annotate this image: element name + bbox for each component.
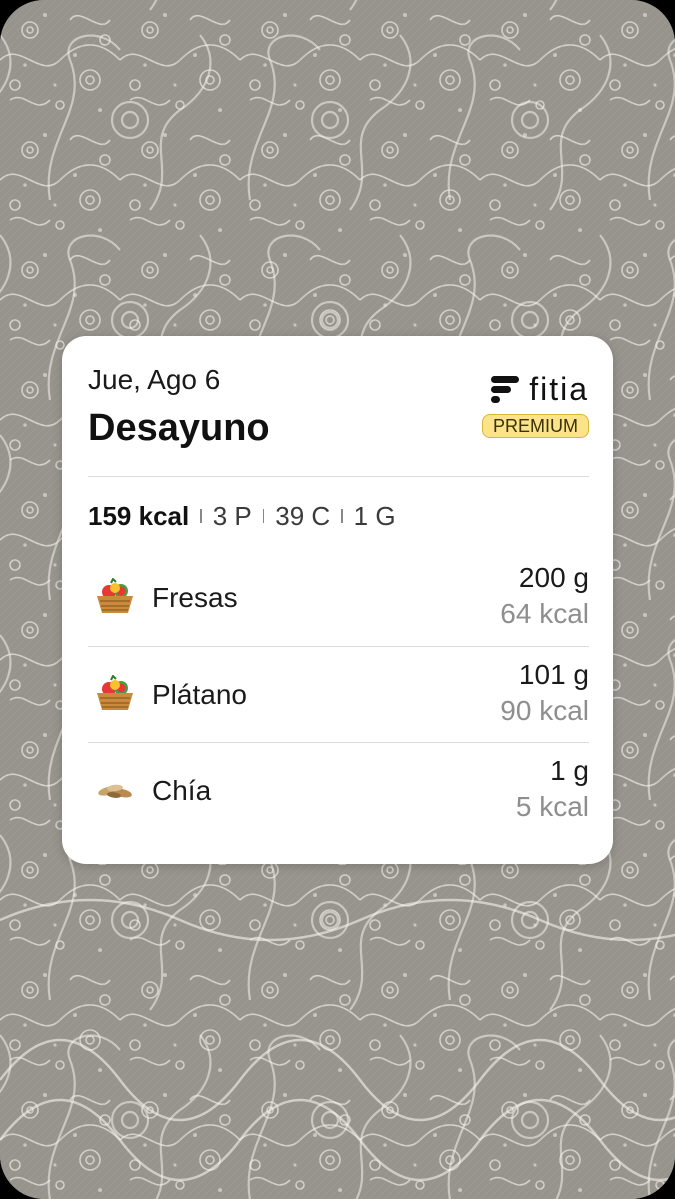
premium-badge: PREMIUM xyxy=(482,414,589,438)
header-divider xyxy=(88,476,589,477)
nutrition-summary: 159 kcal 3 P 39 C 1 G xyxy=(88,500,396,532)
food-name: Fresas xyxy=(152,582,238,613)
seeds-icon xyxy=(98,784,132,798)
brand-name: fitia xyxy=(529,371,589,407)
protein-value: 3 P xyxy=(212,500,252,531)
fruit-basket-icon xyxy=(97,675,133,710)
food-name: Chía xyxy=(152,775,212,806)
summary-separator xyxy=(262,509,265,523)
meal-widget-card[interactable]: Jue, Ago 6 Desayuno fitia PREMIUM 159 kc… xyxy=(62,336,613,864)
food-item[interactable]: Chía 1 g 5 kcal xyxy=(88,743,589,839)
brand-logo: fitia xyxy=(489,372,589,406)
fruit-basket-icon xyxy=(97,578,133,613)
meal-title: Desayuno xyxy=(88,407,270,449)
brand-block: fitia PREMIUM xyxy=(459,372,589,442)
fat-value: 1 G xyxy=(353,500,396,531)
food-kcal: 5 kcal xyxy=(515,791,589,822)
food-quantity: 200 g xyxy=(518,562,589,593)
food-kcal: 90 kcal xyxy=(500,695,589,726)
carbs-value: 39 C xyxy=(275,500,331,531)
food-quantity: 1 g xyxy=(550,755,589,786)
total-kcal: 159 kcal xyxy=(88,500,190,531)
meal-date: Jue, Ago 6 xyxy=(88,364,221,395)
home-screen: Jue, Ago 6 Desayuno fitia PREMIUM 159 kc… xyxy=(0,0,675,1199)
food-quantity: 101 g xyxy=(518,659,589,690)
food-name: Plátano xyxy=(152,679,247,710)
food-item[interactable]: Fresas 200 g 64 kcal xyxy=(88,550,589,646)
fitia-logo-icon xyxy=(491,376,520,403)
food-item[interactable]: Plátano 101 g 90 kcal xyxy=(88,647,589,743)
summary-separator xyxy=(200,509,202,523)
summary-separator xyxy=(341,509,343,523)
food-kcal: 64 kcal xyxy=(500,598,589,629)
